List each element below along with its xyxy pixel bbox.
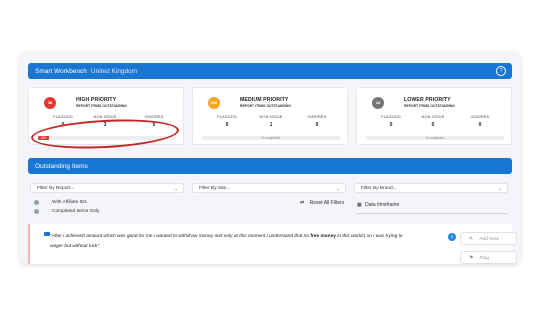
ignored-label: IGNORED: [144, 115, 164, 119]
medium-priority-card[interactable]: 330 MEDIUM PRIORITY REPORT ITEMS OUTSTAN…: [192, 87, 348, 145]
header-title: Smart Workbench: [35, 67, 87, 75]
outstanding-items-header: Outstanding Items: [28, 158, 512, 174]
flagged-value: 0: [225, 122, 229, 128]
affiliate-toggle-label: With Affiliate IDs: [52, 200, 87, 205]
non-issue-stat: NON-ISSUE 1: [251, 115, 291, 128]
flagged-value: 0: [389, 122, 393, 128]
lower-priority-progress-bar: % completed: [366, 136, 504, 140]
reset-filters-button[interactable]: ⇄ Reset All Filters: [300, 200, 344, 206]
ignored-value: 0: [478, 122, 482, 128]
add-note-button[interactable]: ✎ Add Note: [460, 232, 517, 245]
ignored-stat: IGNORED 0: [297, 115, 337, 128]
filter-report-value: Filter By Report...: [37, 186, 75, 191]
chevron-down-icon: ⌄: [498, 186, 502, 191]
medium-priority-subtitle: REPORT ITEMS OUTSTANDING: [240, 104, 291, 108]
lower-priority-count-badge: 18: [372, 97, 384, 109]
flagged-stat: FLAGGED 0: [371, 115, 411, 128]
header-region: United Kingdom: [90, 67, 138, 75]
completed-toggle[interactable]: [34, 209, 39, 214]
ignored-value: 0: [315, 122, 319, 128]
flagged-label: FLAGGED: [217, 115, 237, 119]
completed-toggle-label: Completed Items Only: [52, 209, 100, 214]
non-issue-value: 0: [431, 122, 435, 128]
add-note-label: Add Note: [479, 237, 500, 242]
filter-by-brand-select[interactable]: Filter By Brand... ⌄: [354, 183, 508, 193]
ignored-stat: IGNORED 0: [460, 115, 500, 128]
item-quote-text: "After i achieved amount which was good …: [50, 232, 410, 252]
high-priority-title: HIGH PRIORITY: [76, 97, 117, 103]
smart-workbench-panel: Smart Workbench United Kingdom ? 38 HIGH…: [20, 52, 520, 264]
high-priority-count-badge: 38: [44, 97, 56, 109]
flagged-stat: FLAGGED 0: [207, 115, 247, 128]
quote-part: "After i achieved amount which was good …: [50, 234, 311, 239]
filter-site-value: Filter By Site...: [199, 186, 231, 191]
filter-brand-value: Filter By Brand...: [361, 186, 397, 191]
chevron-down-icon: ⌄: [174, 186, 178, 191]
non-issue-label: NON-ISSUE: [93, 115, 117, 119]
item-count-badge: 0: [448, 233, 456, 241]
data-timeframe-select[interactable]: ▦ Data timeframe: [357, 202, 507, 214]
reset-label: Reset All Filters: [309, 200, 345, 206]
non-issue-label: NON-ISSUE: [421, 115, 445, 119]
high-priority-card[interactable]: 38 HIGH PRIORITY REPORT ITEMS OUTSTANDIN…: [28, 87, 184, 152]
lower-priority-title: LOWER PRIORITY: [404, 97, 451, 103]
lower-priority-card[interactable]: 18 LOWER PRIORITY REPORT ITEMS OUTSTANDI…: [356, 87, 512, 145]
flag-icon: ⚑: [469, 255, 474, 261]
filter-by-site-select[interactable]: Filter By Site... ⌄: [192, 183, 346, 193]
flag-button[interactable]: ⚑ Flag: [460, 251, 517, 264]
chevron-down-icon: ⌄: [336, 186, 340, 191]
reset-icon: ⇄: [300, 200, 305, 206]
lower-priority-subtitle: REPORT ITEMS OUTSTANDING: [404, 104, 455, 108]
non-issue-value: 1: [269, 122, 273, 128]
help-icon[interactable]: ?: [496, 66, 506, 76]
edit-icon: ✎: [469, 236, 474, 242]
filter-by-report-select[interactable]: Filter By Report... ⌄: [30, 183, 184, 193]
ignored-label: IGNORED: [307, 115, 327, 119]
medium-priority-title: MEDIUM PRIORITY: [240, 97, 289, 103]
calendar-icon: ▦: [357, 202, 362, 208]
outstanding-title: Outstanding Items: [35, 162, 88, 170]
medium-priority-progress-bar: % completed: [202, 136, 340, 140]
timeframe-label: Data timeframe: [365, 202, 400, 208]
flagged-label: FLAGGED: [381, 115, 401, 119]
ignored-label: IGNORED: [470, 115, 490, 119]
quote-highlight: free money: [310, 234, 336, 239]
non-issue-stat: NON-ISSUE 0: [413, 115, 453, 128]
medium-priority-count-badge: 330: [208, 97, 220, 109]
high-priority-subtitle: REPORT ITEMS OUTSTANDING: [76, 104, 127, 108]
affiliate-toggle[interactable]: [34, 200, 39, 205]
flagged-label: FLAGGED: [53, 115, 73, 119]
non-issue-label: NON-ISSUE: [259, 115, 283, 119]
flag-label: Flag: [479, 256, 489, 261]
smart-workbench-header: Smart Workbench United Kingdom ?: [28, 63, 512, 79]
